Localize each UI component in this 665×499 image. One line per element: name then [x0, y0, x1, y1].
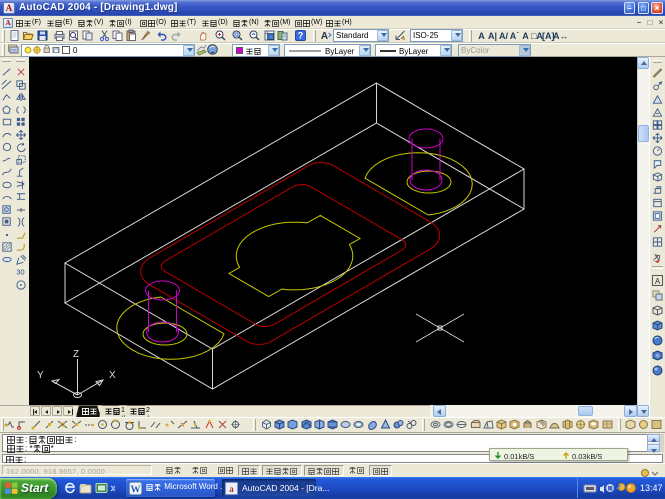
svg-text:?: ? — [298, 31, 304, 41]
svg-text:X: X — [109, 370, 116, 381]
svg-text:30: 30 — [16, 267, 24, 276]
svg-text:A: A — [321, 31, 328, 42]
svg-text:Y: Y — [37, 370, 44, 381]
svg-text:A: A — [655, 277, 661, 286]
svg-text:a: a — [229, 484, 234, 494]
svg-text:0: 0 — [73, 46, 78, 55]
svg-text:W: W — [131, 484, 141, 495]
svg-text:Z: Z — [73, 349, 79, 360]
